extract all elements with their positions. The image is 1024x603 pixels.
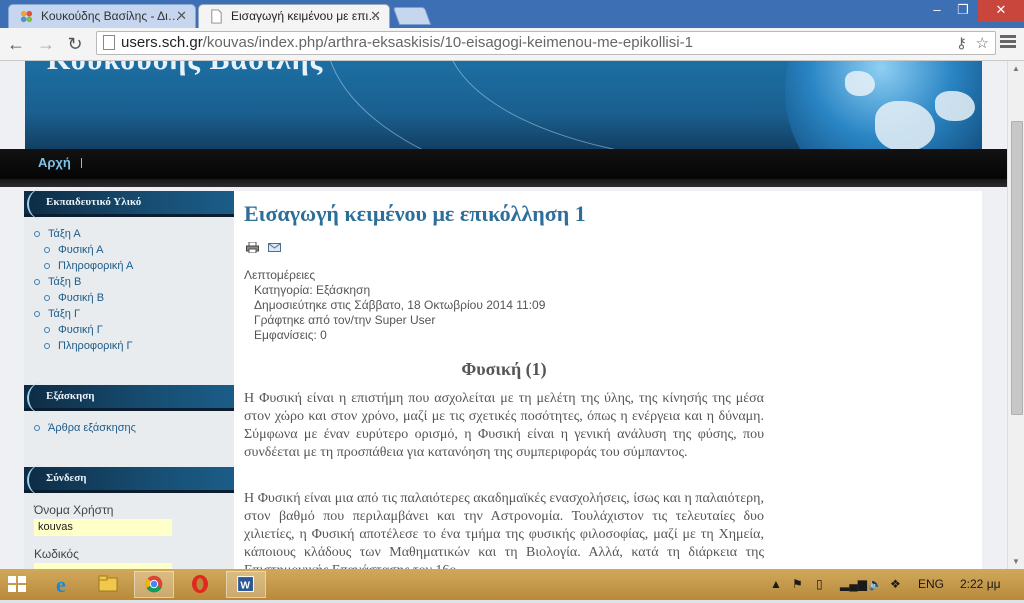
article-paragraph-1: Η Φυσική είναι η επιστήμη που ασχολείται… <box>244 391 764 460</box>
menu-item-class-b[interactable]: Τάξη Β <box>24 274 234 290</box>
page-scrollbar[interactable]: ▲ ▼ <box>1007 61 1024 569</box>
device-icon[interactable]: ▯ <box>816 577 823 591</box>
details-published: Δημοσιεύτηκε στις Σάββατο, 18 Οκτωβρίου … <box>254 298 546 312</box>
url-host: users.sch.gr <box>121 34 203 51</box>
language-indicator[interactable]: ENG <box>918 577 944 591</box>
menu-item-physics-c[interactable]: Φυσική Γ <box>24 322 234 338</box>
browser-toolbar: ← → ↻ users.sch.gr/kouvas/index.php/arth… <box>0 28 1024 61</box>
print-icon[interactable] <box>246 242 259 253</box>
scroll-down-icon[interactable]: ▼ <box>1012 557 1020 566</box>
practice-menu: Άρθρα εξάσκησης <box>24 420 234 436</box>
url-text: users.sch.gr/kouvas/index.php/arthra-eks… <box>121 32 693 54</box>
word-icon[interactable]: W <box>226 571 266 598</box>
file-explorer-icon[interactable] <box>88 571 128 598</box>
menu-item-practice-articles[interactable]: Άρθρα εξάσκησης <box>24 420 234 436</box>
menu-item-informatics-a[interactable]: Πληροφορική Α <box>24 258 234 274</box>
nav-home-link[interactable]: Αρχή <box>38 155 71 170</box>
email-icon[interactable] <box>268 243 281 252</box>
site-title[interactable]: Κουκούδης Βασίλης <box>47 61 323 77</box>
details-hits: Εμφανίσεις: 0 <box>254 328 327 342</box>
close-tab-icon[interactable]: ✕ <box>176 5 187 27</box>
details-author: Γράφτηκε από τον/την Super User <box>254 313 436 327</box>
nav-strip <box>0 179 1007 187</box>
menu-item-class-a[interactable]: Τάξη Α <box>24 226 234 242</box>
dropbox-icon[interactable]: ❖ <box>890 577 901 591</box>
svg-text:e: e <box>56 572 66 597</box>
educational-menu: Τάξη Α Φυσική Α Πληροφορική Α Τάξη Β Φυσ… <box>24 226 234 354</box>
sidebar: Εκπαιδευτικό Υλικό Τάξη Α Φυσική Α Πληρο… <box>24 189 234 569</box>
menu-item-informatics-c[interactable]: Πληροφορική Γ <box>24 338 234 354</box>
close-window-button[interactable]: ✕ <box>978 0 1024 22</box>
url-path: /kouvas/index.php/arthra-eksaskisis/10-e… <box>202 34 693 51</box>
internet-explorer-icon[interactable]: e <box>44 571 84 598</box>
menu-item-physics-a[interactable]: Φυσική Α <box>24 242 234 258</box>
network-signal-icon[interactable]: ▂▄▆ <box>840 577 867 591</box>
scrollbar-thumb[interactable] <box>1011 121 1023 415</box>
article: Εισαγωγή κειμένου με επικόλληση 1 Λεπτομ… <box>244 191 774 569</box>
globe-image <box>785 61 982 149</box>
action-center-flag-icon[interactable]: ⚑ <box>792 577 803 591</box>
article-paragraph-2: Η Φυσική είναι μια από τις παλαιότερες α… <box>244 491 764 569</box>
address-bar[interactable]: users.sch.gr/kouvas/index.php/arthra-eks… <box>96 31 996 55</box>
page-icon <box>103 35 115 50</box>
main-nav: Αρχή <box>0 149 1007 179</box>
opera-icon[interactable] <box>180 571 220 598</box>
tab-label: Εισαγωγή κειμένου με επι… <box>231 9 381 23</box>
bookmark-star-icon[interactable]: ☆ <box>976 33 989 55</box>
back-arrow-icon[interactable]: ← <box>4 32 28 56</box>
content-area: Εκπαιδευτικό Υλικό Τάξη Α Φυσική Α Πληρο… <box>24 189 982 569</box>
windows-start-icon[interactable] <box>8 576 26 592</box>
volume-icon[interactable]: 🔈 <box>868 577 883 591</box>
forward-arrow-icon[interactable]: → <box>34 32 58 56</box>
details-category: Κατηγορία: Εξάσκηση <box>254 283 371 297</box>
module-title-login: Σύνδεση <box>24 465 234 495</box>
module-title-educational: Εκπαιδευτικό Υλικό <box>24 189 234 219</box>
joomla-favicon-icon <box>20 10 33 23</box>
taskbar-clock[interactable]: 2:22 μμ <box>960 577 1001 591</box>
chrome-icon[interactable] <box>134 571 174 598</box>
reload-icon[interactable]: ↻ <box>63 32 87 56</box>
scroll-up-icon[interactable]: ▲ <box>1012 64 1020 73</box>
page-favicon-icon <box>211 9 222 24</box>
browser-tab-bar: Κουκούδης Βασίλης - Δι… ✕ Εισαγωγή κειμέ… <box>0 0 1024 28</box>
key-icon[interactable]: ⚷ <box>956 33 967 55</box>
site-banner: Κουκούδης Βασίλης <box>25 61 982 149</box>
username-field[interactable]: kouvas <box>34 519 172 536</box>
tab-label: Κουκούδης Βασίλης - Δι… <box>41 9 180 23</box>
close-tab-icon[interactable]: ✕ <box>370 5 381 27</box>
browser-menu-icon[interactable] <box>1000 33 1016 53</box>
maximize-button[interactable]: ❐ <box>948 0 978 22</box>
browser-tab-2[interactable]: Εισαγωγή κειμένου με επι… ✕ <box>198 4 390 28</box>
article-title[interactable]: Εισαγωγή κειμένου με επικόλληση 1 <box>244 201 586 227</box>
svg-text:W: W <box>240 581 250 592</box>
tray-expand-icon[interactable]: ▲ <box>770 577 782 591</box>
menu-item-class-c[interactable]: Τάξη Γ <box>24 306 234 322</box>
browser-tab-1[interactable]: Κουκούδης Βασίλης - Δι… ✕ <box>8 4 196 28</box>
article-subheading: Φυσική (1) <box>461 359 547 379</box>
new-tab-button[interactable] <box>392 7 432 25</box>
module-title-practice: Εξάσκηση <box>24 383 234 413</box>
article-details: Λεπτομέρειες Κατηγορία: Εξάσκηση Δημοσιε… <box>244 268 545 343</box>
password-label: Κωδικός <box>34 547 79 561</box>
menu-item-physics-b[interactable]: Φυσική Β <box>24 290 234 306</box>
details-heading: Λεπτομέρειες <box>244 268 316 282</box>
page-viewport: Κουκούδης Βασίλης Αρχή Εκπαιδευτικό Υλικ… <box>0 61 1007 569</box>
windows-taskbar: e W ▲ ⚑ ▯ ▂▄▆ 🔈 ❖ ENG 2:22 μμ <box>0 569 1024 600</box>
nav-separator <box>81 158 82 168</box>
username-label: Όνομα Χρήστη <box>34 503 114 517</box>
